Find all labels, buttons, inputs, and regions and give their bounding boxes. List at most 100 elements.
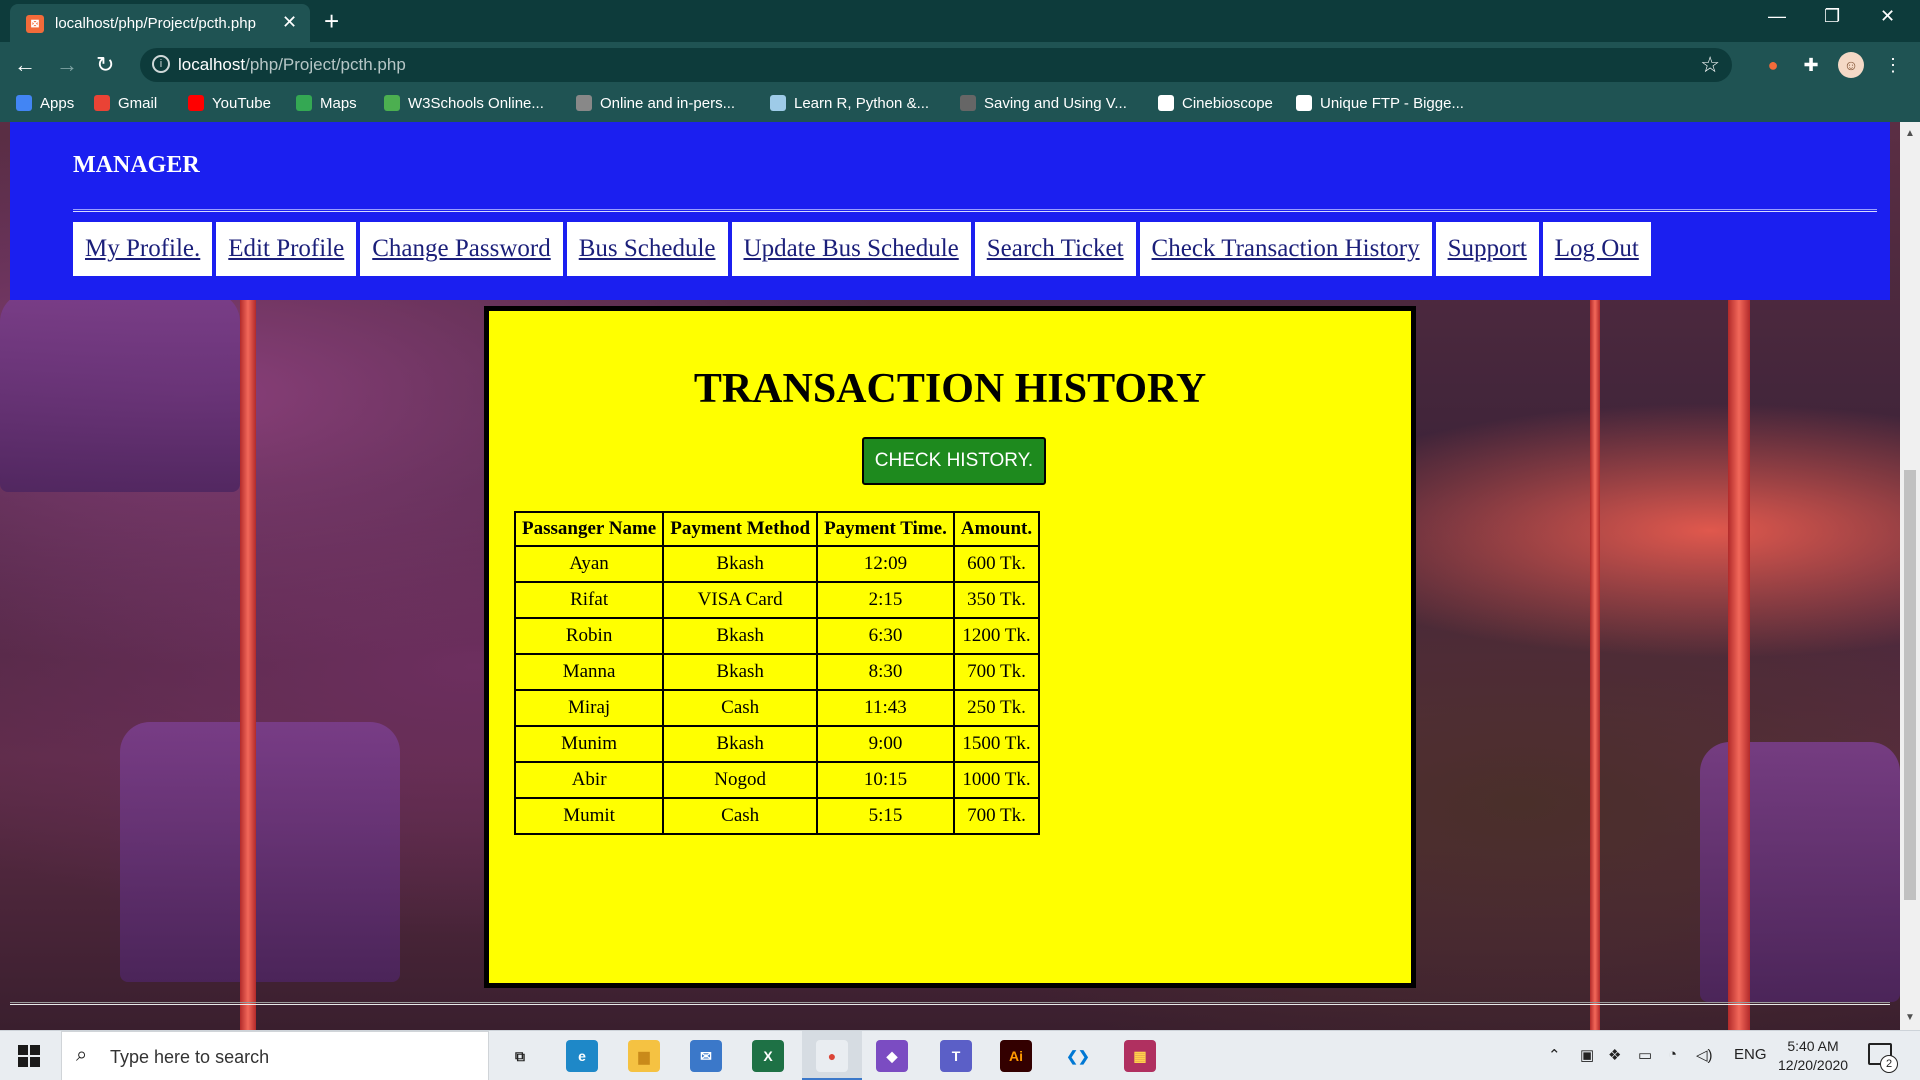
bookmark-star-icon[interactable]: ☆ (1700, 52, 1720, 78)
browser-tab[interactable]: ⊠ localhost/php/Project/pcth.php ✕ (10, 4, 310, 42)
bookmark-favicon-icon (770, 95, 786, 111)
bookmark-item[interactable]: Unique FTP - Bigge... (1296, 95, 1464, 112)
table-cell: 12:09 (817, 546, 954, 582)
table-cell: 9:00 (817, 726, 954, 762)
table-cell: Robin (515, 618, 664, 654)
vscode-icon[interactable]: ❮❯ (1062, 1040, 1094, 1072)
site-info-icon[interactable]: i (152, 55, 170, 73)
nav-link-edit-profile[interactable]: Edit Profile (216, 222, 357, 276)
dropbox-icon[interactable]: ❖ (1608, 1046, 1621, 1064)
bookmark-label: Online and in-pers... (600, 95, 736, 112)
bookmark-label: Unique FTP - Bigge... (1320, 95, 1464, 112)
extensions-puzzle-icon[interactable]: ✚ (1798, 52, 1824, 78)
nav-link-log-out[interactable]: Log Out (1542, 222, 1651, 276)
forward-icon[interactable]: → (56, 52, 78, 78)
back-icon[interactable]: ← (14, 52, 36, 78)
illustrator-icon[interactable]: Ai (1000, 1040, 1032, 1072)
column-header: Amount. (953, 512, 1040, 546)
site-header: MANAGER My Profile. Edit Profile Change Pa… (10, 122, 1890, 300)
nav-link-check-transaction-history[interactable]: Check Transaction History (1139, 222, 1432, 276)
scroll-down-arrow-icon[interactable]: ▼ (1905, 1012, 1915, 1023)
background-pole-image (1728, 292, 1750, 1030)
bookmark-item[interactable]: Maps (296, 95, 357, 112)
mail-icon[interactable]: ✉ (690, 1040, 722, 1072)
clock-time: 5:40 AM (1787, 1038, 1839, 1054)
table-cell: 1500 Tk. (953, 726, 1040, 762)
new-tab-button[interactable]: + (324, 6, 339, 37)
page-scrollbar[interactable]: ▲ ▼ (1900, 122, 1920, 1030)
windows-taskbar: ⌕ Type here to search ⧉ e ▆ ✉ X ● ◆ T Ai ❮❯ ▦ ⌃ ▣ … (0, 1030, 1920, 1080)
table-cell: Manna (515, 654, 664, 690)
edge-icon[interactable]: e (566, 1040, 598, 1072)
bookmark-item[interactable]: Saving and Using V... (960, 95, 1127, 112)
bookmark-item[interactable]: Cinebioscope (1158, 95, 1273, 112)
nav-link-search-ticket[interactable]: Search Ticket (974, 222, 1136, 276)
taskbar-search-input[interactable]: ⌕ Type here to search (61, 1031, 489, 1080)
nav-link-change-password[interactable]: Change Password (360, 222, 563, 276)
nav-link-support[interactable]: Support (1435, 222, 1539, 276)
header-divider (73, 209, 1877, 212)
bookmark-item[interactable]: Learn R, Python &... (770, 95, 929, 112)
bookmark-label: Gmail (118, 95, 158, 112)
profile-avatar[interactable]: ☺ (1838, 52, 1864, 78)
check-history-button[interactable]: CHECK HISTORY. (862, 437, 1046, 485)
teams-icon[interactable]: T (940, 1040, 972, 1072)
windows-start-icon[interactable] (18, 1045, 40, 1067)
footer-divider (10, 1002, 1890, 1005)
extension-icon[interactable]: ● (1760, 52, 1786, 78)
page-viewport: MANAGER My Profile. Edit Profile Change Pa… (0, 122, 1900, 1030)
restore-icon[interactable]: ❐ (1824, 6, 1840, 27)
task-view-icon[interactable]: ⧉ (504, 1040, 536, 1072)
wifi-icon[interactable]: ◔ (1668, 1046, 1677, 1063)
file-explorer-icon[interactable]: ▆ (628, 1040, 660, 1072)
bookmark-label: Apps (40, 95, 75, 112)
table-row: Mumit Cash 5:15 700 Tk. (515, 798, 1040, 834)
table-cell: 700 Tk. (953, 798, 1040, 834)
bookmark-item[interactable]: Apps (16, 95, 74, 112)
table-cell: Bkash (663, 726, 818, 762)
battery-icon[interactable]: ▭ (1638, 1046, 1652, 1064)
winrar-icon[interactable]: ▦ (1124, 1040, 1156, 1072)
bookmark-item[interactable]: W3Schools Online... (384, 95, 544, 112)
column-header: Payment Time. (817, 512, 954, 546)
bookmark-item[interactable]: Gmail (94, 95, 157, 112)
table-row: Manna Bkash 8:30 700 Tk. (515, 654, 1040, 690)
bookmark-label: Learn R, Python &... (794, 95, 930, 112)
minimize-icon[interactable]: — (1768, 6, 1786, 27)
volume-icon[interactable]: ◁) (1696, 1046, 1713, 1064)
visual-studio-icon[interactable]: ◆ (876, 1040, 908, 1072)
brand-title: MANAGER (73, 152, 200, 178)
bookmark-favicon-icon (188, 95, 204, 111)
window-close-icon[interactable]: ✕ (1880, 6, 1895, 27)
bookmark-favicon-icon (94, 95, 110, 111)
language-indicator[interactable]: ENG (1734, 1046, 1767, 1063)
nav-link-my-profile[interactable]: My Profile. (73, 222, 213, 276)
scrollbar-thumb[interactable] (1904, 470, 1916, 900)
notification-count-badge: 2 (1880, 1055, 1898, 1073)
main-nav: My Profile. Edit Profile Change Password Bu… (73, 222, 1651, 276)
table-cell: Munim (515, 726, 664, 762)
scroll-up-arrow-icon[interactable]: ▲ (1905, 128, 1915, 139)
url-bar[interactable]: i localhost/php/Project/pcth.php ☆ (140, 48, 1732, 82)
bookmark-item[interactable]: Online and in-pers... (576, 95, 735, 112)
bookmark-item[interactable]: YouTube (188, 95, 271, 112)
table-cell: Abir (515, 762, 664, 798)
device-icon[interactable]: ▣ (1580, 1046, 1594, 1064)
reload-icon[interactable]: ↻ (96, 52, 114, 78)
table-row: Munim Bkash 9:00 1500 Tk. (515, 726, 1040, 762)
nav-link-update-bus-schedule[interactable]: Update Bus Schedule (731, 222, 971, 276)
taskbar-clock[interactable]: 5:40 AM 12/20/2020 (1778, 1037, 1848, 1075)
show-hidden-icons-icon[interactable]: ⌃ (1548, 1046, 1561, 1064)
browser-menu-icon[interactable]: ⋮ (1880, 52, 1906, 78)
transaction-history-panel: TRANSACTION HISTORY CHECK HISTORY. Passa… (484, 306, 1416, 988)
table-cell: VISA Card (663, 582, 818, 618)
excel-icon[interactable]: X (752, 1040, 784, 1072)
nav-link-bus-schedule[interactable]: Bus Schedule (566, 222, 728, 276)
bookmark-favicon-icon (576, 95, 592, 111)
tab-close-icon[interactable]: ✕ (282, 12, 297, 33)
chrome-icon[interactable]: ● (816, 1040, 848, 1072)
tab-title: localhost/php/Project/pcth.php (55, 15, 256, 32)
bookmark-favicon-icon (1158, 95, 1174, 111)
table-cell: Miraj (515, 690, 664, 726)
bookmark-favicon-icon (384, 95, 400, 111)
